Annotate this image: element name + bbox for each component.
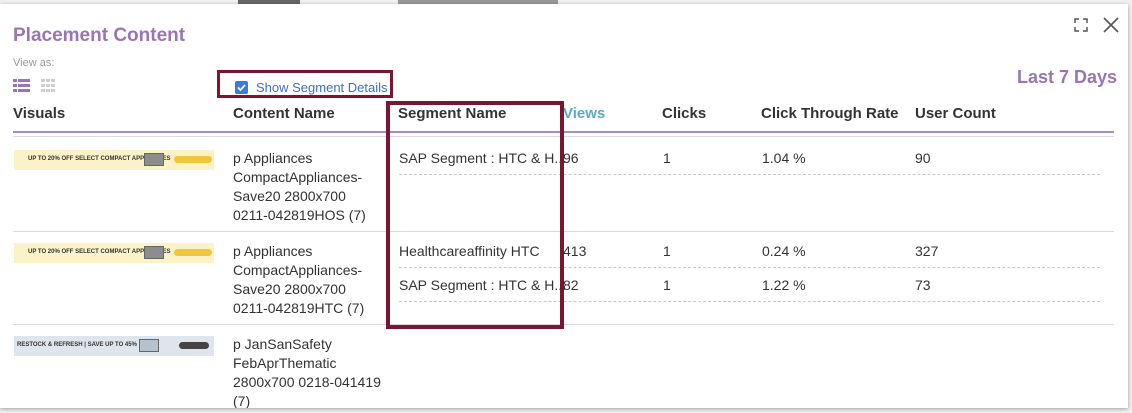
user-count-value: 73 xyxy=(915,277,931,293)
column-header-views[interactable]: Views xyxy=(563,105,605,122)
list-view-icon[interactable] xyxy=(13,79,30,93)
clicks-value: 1 xyxy=(663,277,671,293)
clicks-value: 1 xyxy=(663,243,671,259)
content-name: p JanSanSafety FebAprThematic 2800x700 0… xyxy=(233,336,381,408)
show-segment-details-toggle[interactable]: Show Segment Details xyxy=(217,70,393,98)
ctr-value: 1.22 % xyxy=(762,277,806,293)
modal-title: Placement Content xyxy=(13,25,186,46)
column-header-visuals: Visuals xyxy=(13,105,66,122)
visual-thumbnail[interactable]: RESTOCK & REFRESH | SAVE UP TO 45% xyxy=(14,336,214,356)
column-header-content-name[interactable]: Content Name xyxy=(233,105,335,122)
visual-thumbnail[interactable]: UP TO 20% OFF SELECT COMPACT APPLIANCES xyxy=(14,243,214,263)
view-as-label: View as: xyxy=(13,57,55,69)
user-count-value: 90 xyxy=(915,150,931,166)
content-name: p Appliances CompactAppliances-Save20 28… xyxy=(233,150,366,223)
placement-content-modal: Placement Content View as: Show Segment … xyxy=(0,4,1128,408)
views-value: 96 xyxy=(563,150,579,166)
column-header-user-count[interactable]: User Count xyxy=(915,105,996,122)
visual-thumbnail[interactable]: UP TO 20% OFF SELECT COMPACT APPLIANCES xyxy=(14,150,214,170)
views-value: 82 xyxy=(563,277,579,293)
show-segment-details-label[interactable]: Show Segment Details xyxy=(256,80,388,95)
banner-button xyxy=(179,342,209,349)
maximize-icon[interactable] xyxy=(1074,18,1088,32)
ctr-value: 0.24 % xyxy=(762,243,806,259)
grid-view-icon[interactable] xyxy=(41,79,56,93)
banner-button xyxy=(174,249,212,256)
content-name: p Appliances CompactAppliances-Save20 28… xyxy=(233,243,365,316)
views-value: 413 xyxy=(563,243,587,259)
segment-column-highlight xyxy=(386,101,564,329)
banner-text: RESTOCK & REFRESH | SAVE UP TO 45% xyxy=(17,342,137,348)
checkbox-checked-icon[interactable] xyxy=(235,81,248,94)
product-image xyxy=(139,339,159,352)
banner-button xyxy=(174,156,212,163)
user-count-value: 327 xyxy=(915,243,939,259)
appliance-image xyxy=(144,153,164,166)
column-header-clicks[interactable]: Clicks xyxy=(662,105,706,122)
date-range-label[interactable]: Last 7 Days xyxy=(1017,67,1117,88)
close-icon[interactable] xyxy=(1101,15,1121,35)
column-header-ctr[interactable]: Click Through Rate xyxy=(761,105,899,122)
clicks-value: 1 xyxy=(663,150,671,166)
ctr-value: 1.04 % xyxy=(762,150,806,166)
appliance-image xyxy=(144,246,164,259)
